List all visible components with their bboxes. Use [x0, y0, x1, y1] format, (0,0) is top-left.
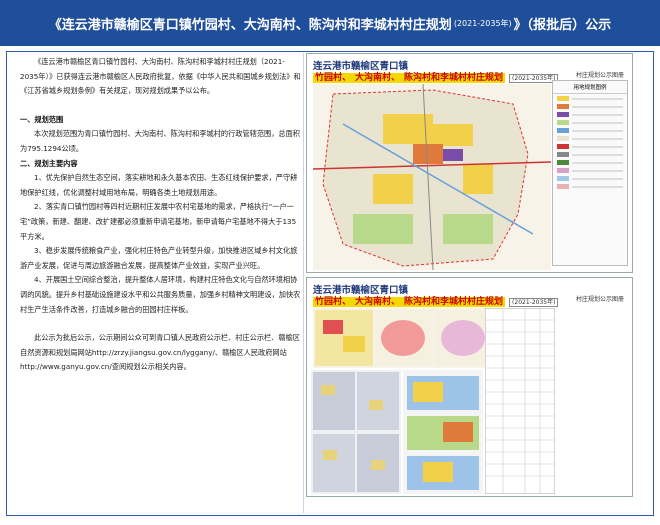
header-title-tail: 》（报批后）公示 [513, 17, 612, 33]
header-title-main: 《连云港市赣榆区青口镇竹园村、大沟南村、陈沟村和李城村村庄规划 [48, 17, 452, 33]
legend-title: 用地规划图例 [553, 81, 627, 94]
notice-text: 《连云港市赣榆区青口镇竹园村、大沟南村、陈沟村和李城村村庄规划（2021-203… [20, 55, 302, 375]
plan-item-3: 3、稳步发展传统粮食产业，强化村庄特色产业转型升级，加快推进区域乡村文化旅游产业… [20, 246, 298, 270]
map-legend: 用地规划图例 [552, 80, 628, 266]
legend-row [557, 95, 623, 102]
legend-row [557, 103, 623, 110]
panel-top-label: 村庄规划公示图册 [575, 72, 624, 79]
legend-row [557, 175, 623, 182]
plan-map-panel-top: 连云港市赣榆区青口镇 竹园村、 大沟南村、 陈沟村和李城村村庄规划 (2021-203… [306, 53, 633, 273]
legend-row [557, 111, 623, 118]
legend-row [557, 151, 623, 158]
intro-paragraph: 《连云港市赣榆区青口镇竹园村、大沟南村、陈沟村和李城村村庄规划（2021-203… [20, 57, 301, 96]
header-title-years: (2021-2035年) [453, 18, 512, 28]
legend-row [557, 143, 623, 150]
panel-bottom-sub-3: 陈沟村和李城村村庄规划 [402, 297, 506, 307]
section-1-text: 本次规划范围为青口镇竹园村、大沟南村、陈沟村和李城村的行政管辖范围，总面积为79… [20, 129, 300, 153]
plan-item-2: 2、落实青口镇竹园村等四村近期村庄发展中农村宅基地的需求，严格执行“一户一宅”政… [20, 202, 297, 241]
panel-bottom-years: (2021-2035年) [509, 298, 559, 307]
legend-row [557, 127, 623, 134]
legend-row [557, 135, 623, 142]
plan-item-4: 4、开展国土空间综合整治，提升整体人居环境，构建村庄特色文化与自然环境相协调的风… [20, 275, 301, 314]
legend-row [557, 159, 623, 166]
panel-bottom-sub-1: 竹园村、 [313, 297, 354, 307]
panel-top-sub-2: 大沟南村、 [353, 73, 403, 83]
panel-bottom-subtitle: 竹园村、 大沟南村、 陈沟村和李城村村庄规划 (2021-2035年) [313, 294, 559, 307]
panel-top-sub-1: 竹园村、 [313, 73, 354, 83]
plan-item-1: 1、优先保护自然生态空间，落实耕地和永久基本农田、生态红线保护要求，严守耕地保护… [20, 173, 298, 197]
village-site-plans [403, 370, 483, 494]
column-divider [303, 53, 304, 513]
closing-paragraph: 此公示为批后公示，公示期间公众可到青口镇人民政府公示栏、村庄公示栏、赣榆区自然资… [20, 333, 300, 372]
legend-row [557, 167, 623, 174]
panel-top-subtitle: 竹园村、 大沟南村、 陈沟村和李城村村庄规划 (2021-2035年) [313, 70, 559, 83]
panel-bottom-sub-2: 大沟南村、 [353, 297, 403, 307]
land-use-map [313, 84, 551, 270]
planning-indicator-table [485, 308, 555, 494]
village-detail-maps [311, 370, 401, 494]
section-1-heading: 一、规划范围 [20, 114, 64, 124]
panel-top-sub-3: 陈沟村和李城村村庄规划 [402, 73, 506, 83]
plan-map-panel-bottom: 连云港市赣榆区青口镇 竹园村、 大沟南村、 陈沟村和李城村村庄规划 (2021-203… [306, 277, 633, 497]
page-header: 《连云港市赣榆区青口镇竹园村、大沟南村、陈沟村和李城村村庄规划 (2021-20… [0, 0, 660, 46]
section-2-heading: 二、规划主要内容 [20, 158, 78, 168]
legend-row [557, 183, 623, 190]
panel-bottom-label: 村庄规划公示图册 [575, 296, 624, 303]
legend-row [557, 119, 623, 126]
